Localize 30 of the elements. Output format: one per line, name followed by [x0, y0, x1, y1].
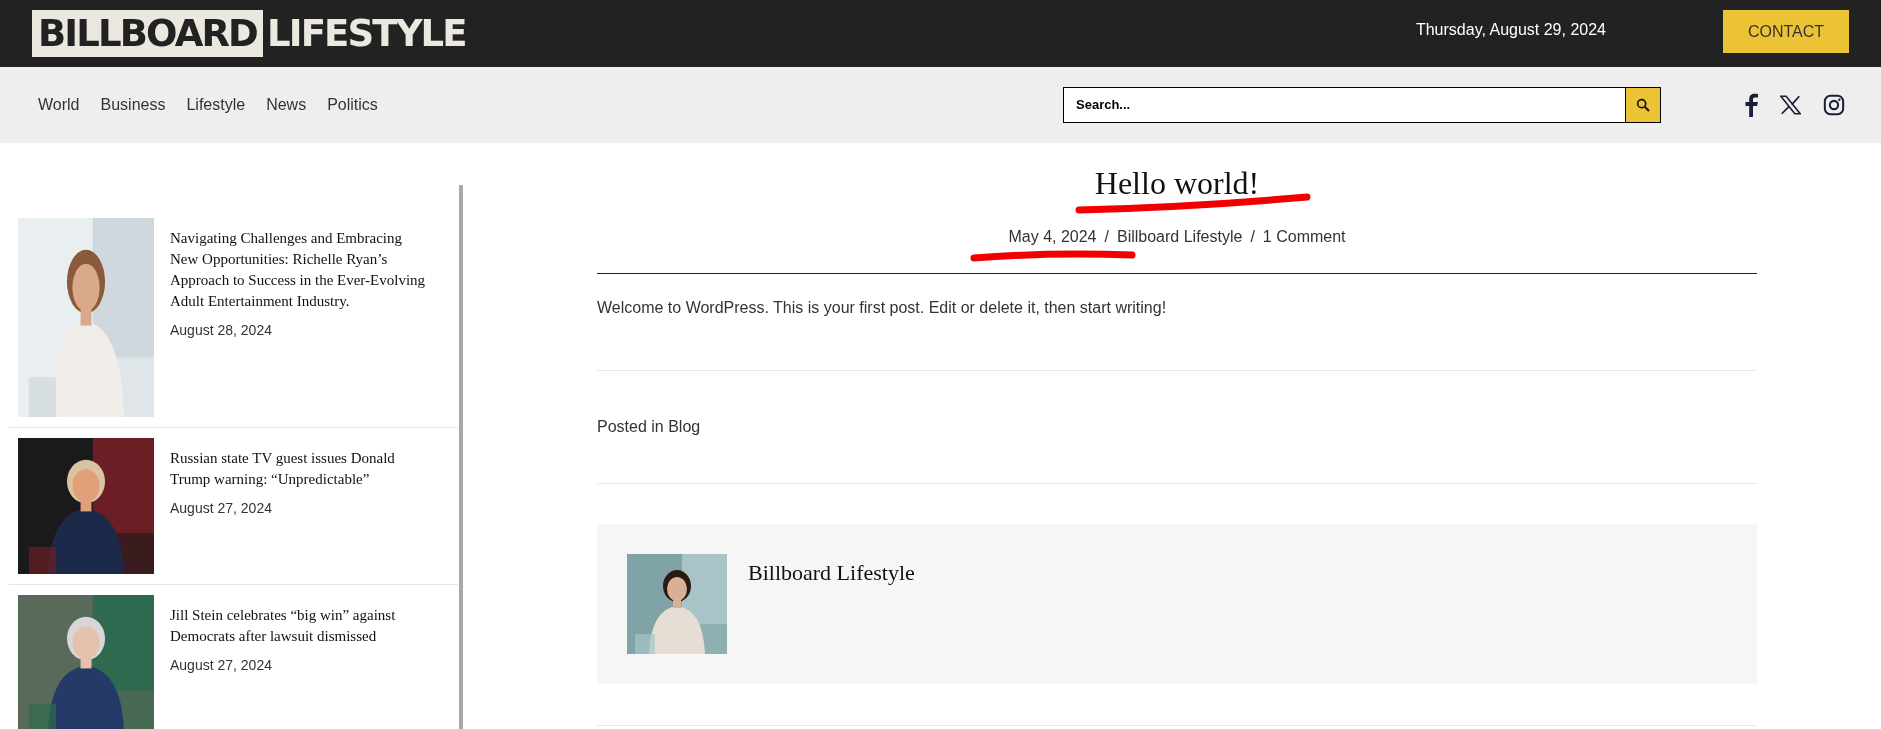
- instagram-icon[interactable]: [1823, 94, 1845, 116]
- current-date: Thursday, August 29, 2024: [1415, 19, 1606, 40]
- meta-link[interactable]: 1 Comment: [1262, 225, 1346, 249]
- nav-link[interactable]: Business: [100, 93, 166, 117]
- article-date: August 27, 2024: [170, 656, 273, 675]
- nav-link[interactable]: News: [266, 93, 307, 117]
- author-name[interactable]: Billboard Lifestyle: [748, 556, 915, 589]
- nav-link[interactable]: World: [38, 93, 80, 117]
- nav-link[interactable]: Politics: [327, 93, 378, 117]
- post-title: Hello world!: [1093, 164, 1261, 203]
- article-date: August 27, 2024: [170, 499, 273, 518]
- posted-in-text: Posted in Blog: [597, 417, 702, 437]
- nav-link[interactable]: Lifestyle: [186, 93, 246, 117]
- meta-link[interactable]: Billboard Lifestyle: [1116, 225, 1243, 249]
- meta-link[interactable]: May 4, 2024: [1008, 225, 1097, 249]
- article-title[interactable]: Russian state TV guest issues Donald Trump warning: “Unpredictable”: [170, 448, 430, 490]
- article-date: August 28, 2024: [170, 321, 273, 340]
- category-link[interactable]: Blog: [668, 418, 701, 435]
- x-icon[interactable]: [1780, 95, 1801, 115]
- search-icon: [1635, 97, 1651, 113]
- meta-separator: /: [1104, 227, 1109, 247]
- article-title[interactable]: Jill Stein celebrates “big win” against Democrats after lawsuit dismissed: [170, 605, 430, 647]
- facebook-icon[interactable]: [1744, 93, 1758, 117]
- article-title[interactable]: Navigating Challenges and Embracing New Opportunities: Richelle Ryan’s Approach to Success in the Ever-Evolving Adult Entertainment Industry.: [170, 228, 430, 312]
- scrollbar[interactable]: [459, 185, 463, 729]
- logo: BILLBOARD LIFESTYLE: [32, 10, 466, 57]
- meta-separator: /: [1250, 227, 1255, 247]
- search-button[interactable]: [1625, 88, 1660, 122]
- post-body: Welcome to WordPress. This is your first post. Edit or delete it, then start writing!: [597, 298, 1168, 318]
- contact-button[interactable]: CONTACT: [1723, 10, 1849, 53]
